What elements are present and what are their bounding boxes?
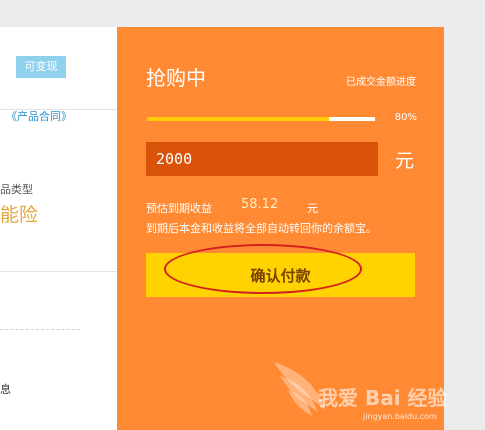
panel-title: 抢购中 xyxy=(146,66,206,90)
expected-return-unit: 元 xyxy=(307,202,318,215)
progress-percent: 80% xyxy=(394,112,417,123)
maturity-notice: 到期后本金和收益将全部自动转回你的余额宝。 xyxy=(146,222,377,235)
product-info-panel: 可变现 《产品合同》 品类型 能险 息 xyxy=(0,27,117,430)
product-contract-link[interactable]: 《产品合同》 xyxy=(6,108,72,124)
amount-input[interactable] xyxy=(146,142,378,176)
product-type-value: 能险 xyxy=(0,204,39,226)
divider xyxy=(0,271,117,272)
liquidity-tag: 可变现 xyxy=(16,56,66,78)
progress-caption: 已成交金额进度 xyxy=(346,77,416,88)
dashed-divider xyxy=(0,329,80,330)
amount-unit: 元 xyxy=(395,150,415,172)
divider xyxy=(0,109,117,110)
product-type-label: 品类型 xyxy=(0,183,33,196)
expected-return-label: 预估到期收益 xyxy=(146,202,212,215)
info-label: 息 xyxy=(0,383,11,396)
purchase-panel: 抢购中 已成交金额进度 80% 元 预估到期收益 58.12 元 到期后本金和收… xyxy=(117,27,444,430)
expected-return-value: 58.12 xyxy=(241,197,279,212)
progress-fill xyxy=(147,117,330,121)
confirm-payment-button[interactable]: 确认付款 xyxy=(146,253,415,297)
progress-bar xyxy=(147,117,375,121)
